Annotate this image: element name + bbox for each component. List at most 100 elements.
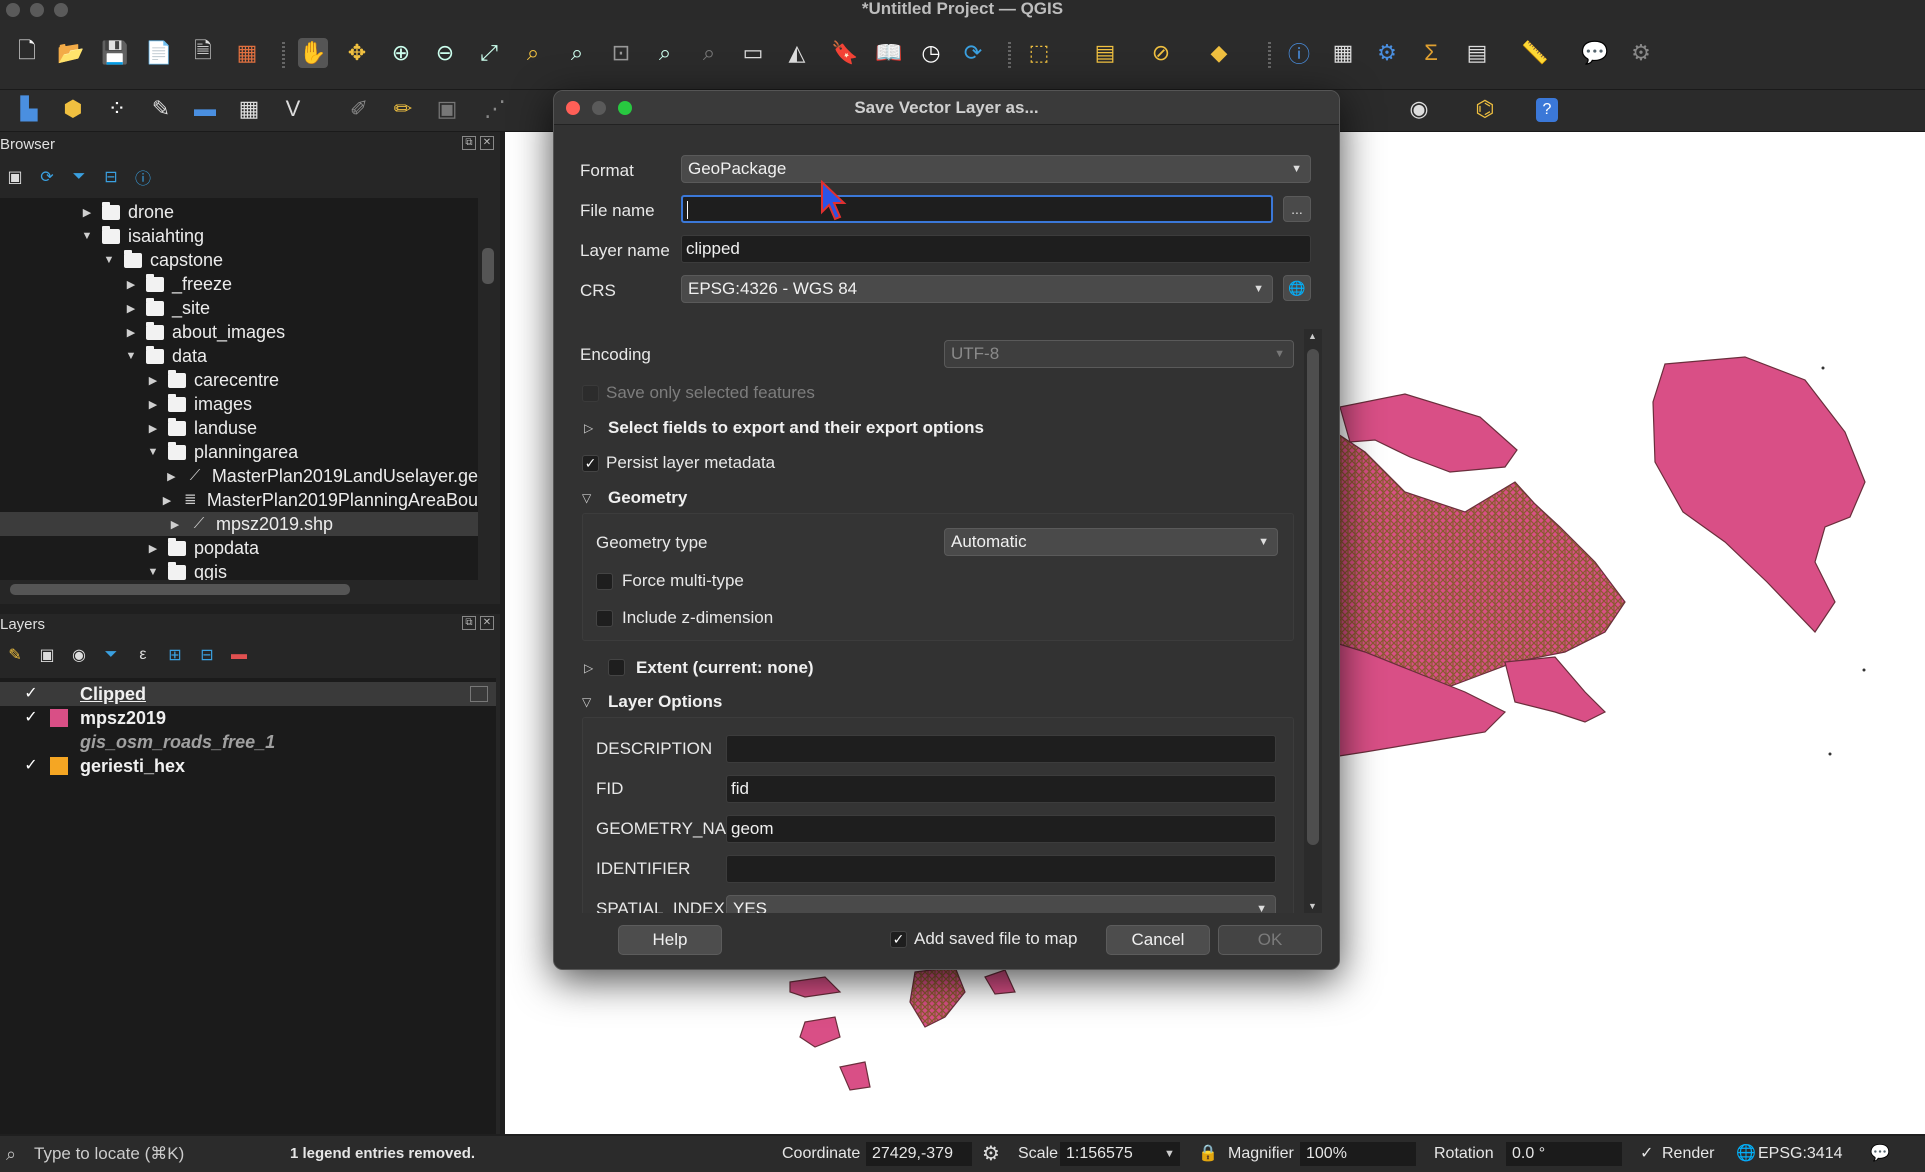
add-to-map-checkbox[interactable]: ✓ [890,931,907,948]
close-panel-icon[interactable]: ✕ [480,136,494,150]
chevron-right-icon[interactable]: ▶ [164,470,178,483]
new-project-icon[interactable]: 🗋 [12,38,42,68]
browser-item[interactable]: ▼ isaiahting [0,224,478,248]
layer-item[interactable]: ✓ geriesti_hex [0,754,496,778]
add-layer-icon[interactable]: ▬ [190,94,220,124]
select-by-value-icon[interactable]: ▤ [1090,38,1120,68]
collapse-all-icon[interactable]: ⊟ [196,644,218,666]
lock-icon[interactable]: 🔒 [1198,1136,1218,1172]
browser-item[interactable]: ▼ qgis [0,560,478,580]
zoom-native-icon[interactable]: ⊡ [606,38,636,68]
browser-item[interactable]: ▶ _site [0,296,478,320]
zoom-in-icon[interactable]: ⊕ [386,38,416,68]
layer-options-section-title[interactable]: Layer Options [608,692,722,712]
browser-horizontal-scrollbar[interactable] [0,580,478,598]
dialog-options-scrollbar[interactable]: ▲ ▼ [1304,329,1322,913]
pan-icon[interactable]: ✋ [298,38,328,68]
browser-item[interactable]: ▼ capstone [0,248,478,272]
chevron-down-icon[interactable]: ▽ [582,695,591,709]
help-icon[interactable]: ? [1536,98,1558,122]
chevron-right-icon[interactable]: ▶ [124,278,138,291]
chevron-down-icon[interactable]: ▽ [582,491,591,505]
chevron-down-icon[interactable]: ▼ [124,350,138,362]
geometry-section-title[interactable]: Geometry [608,488,687,508]
chevron-right-icon[interactable]: ▶ [160,494,173,507]
layername-input[interactable]: clipped [681,235,1311,263]
layer-option-value[interactable] [726,735,1276,763]
vertex-tool-icon[interactable]: ⋰ [480,94,510,124]
filter-legend-icon[interactable]: ⏷ [100,644,122,666]
chevron-right-icon[interactable]: ▶ [146,542,160,555]
filter-icon[interactable]: ⏷ [68,166,90,188]
rotation-field[interactable]: 0.0 ° [1506,1142,1622,1166]
layer-item[interactable]: gis_osm_roads_free_1 [0,730,496,754]
new-shapefile-icon[interactable]: ⁘ [102,94,132,124]
new-print-layout-icon[interactable]: 📄 [144,38,174,68]
digitize-icon[interactable]: ✎ [146,94,176,124]
browser-item[interactable]: ▶ landuse [0,416,478,440]
browser-item[interactable]: ▶ ≣ MasterPlan2019PlanningAreaBou [0,488,478,512]
format-select[interactable]: GeoPackage ▼ [681,155,1311,183]
new-geopackage-icon[interactable]: ⬢ [58,94,88,124]
float-panel-icon[interactable]: ⧉ [462,136,476,150]
browser-item[interactable]: ▼ planningarea [0,440,478,464]
refresh-icon[interactable]: ⟳ [36,166,58,188]
toggle-extents-icon[interactable]: ⚙ [982,1136,1000,1172]
close-panel-icon[interactable]: ✕ [480,616,494,630]
show-bookmarks-icon[interactable]: 📖 [874,38,904,68]
metasearch-icon[interactable]: ◉ [1404,94,1434,124]
zoom-last-icon[interactable]: ⌕ [650,38,680,68]
crs-status-button[interactable]: EPSG:3414 [1758,1136,1843,1172]
float-panel-icon[interactable]: ⧉ [462,616,476,630]
browser-vertical-scrollbar[interactable] [478,198,496,580]
layer-option-value[interactable] [726,855,1276,883]
scroll-down-icon[interactable]: ▼ [1308,901,1317,911]
save-edits-icon[interactable]: ▣ [432,94,462,124]
deselect-icon[interactable]: ⊘ [1146,38,1176,68]
locator-input[interactable]: Type to locate (⌘K) [34,1136,184,1172]
layer-visibility-checkbox[interactable] [22,733,40,751]
chevron-right-icon[interactable]: ▶ [146,398,160,411]
chevron-right-icon[interactable]: ▶ [146,374,160,387]
info-icon[interactable]: ⓘ [132,166,154,188]
chevron-down-icon[interactable]: ▼ [102,254,116,266]
filename-input[interactable] [681,195,1273,223]
messages-icon[interactable]: 💬 [1870,1136,1890,1172]
crs-select[interactable]: EPSG:4326 - WGS 84 ▼ [681,275,1273,303]
include-z-checkbox[interactable] [596,610,613,627]
help-button[interactable]: Help [618,925,722,955]
new-bookmark-icon[interactable]: 🔖 [830,38,860,68]
chevron-down-icon[interactable]: ▼ [146,446,160,458]
processing-toolbox-icon[interactable]: ⚙ [1372,38,1402,68]
ok-button[interactable]: OK [1218,925,1322,955]
zoom-next-icon[interactable]: ⌕ [694,38,724,68]
temporal-controller-icon[interactable]: ◷ [916,38,946,68]
filter-expression-icon[interactable]: ε [132,644,154,666]
browser-item[interactable]: ▶ ⟋ MasterPlan2019LandUselayer.ge [0,464,478,488]
zoom-to-selection-icon[interactable]: ⌕ [518,38,548,68]
scroll-up-icon[interactable]: ▲ [1308,331,1317,341]
layout-manager-icon[interactable]: 🗎 [188,38,218,68]
browser-item[interactable]: ▶ images [0,392,478,416]
browser-item[interactable]: ▶ carecentre [0,368,478,392]
statistics-icon[interactable]: Σ [1416,38,1446,68]
zoom-to-layer-icon[interactable]: ⌕ [562,38,592,68]
layer-visibility-checkbox[interactable]: ✓ [22,685,40,703]
measure-icon[interactable]: 📏 [1520,38,1550,68]
zoom-out-icon[interactable]: ⊖ [430,38,460,68]
chevron-right-icon[interactable]: ▷ [584,661,593,675]
render-checkbox[interactable]: ✓ [1640,1136,1653,1172]
collapse-all-icon[interactable]: ⊟ [100,166,122,188]
open-project-icon[interactable]: 📂 [56,38,86,68]
browser-item[interactable]: ▶ drone [0,200,478,224]
save-project-icon[interactable]: 💾 [100,38,130,68]
layer-option-value[interactable]: geom [726,815,1276,843]
layer-visibility-checkbox[interactable]: ✓ [22,709,40,727]
layer-option-value[interactable]: fid [726,775,1276,803]
browser-item[interactable]: ▶ ⟋ mpsz2019.shp [0,512,478,536]
browser-item[interactable]: ▼ data [0,344,478,368]
globe-icon[interactable]: 🌐 [1736,1136,1756,1172]
persist-metadata-checkbox[interactable]: ✓ [582,455,599,472]
magnifier-field[interactable]: 100% [1300,1142,1416,1166]
identify-icon[interactable]: ⓘ [1284,38,1314,68]
